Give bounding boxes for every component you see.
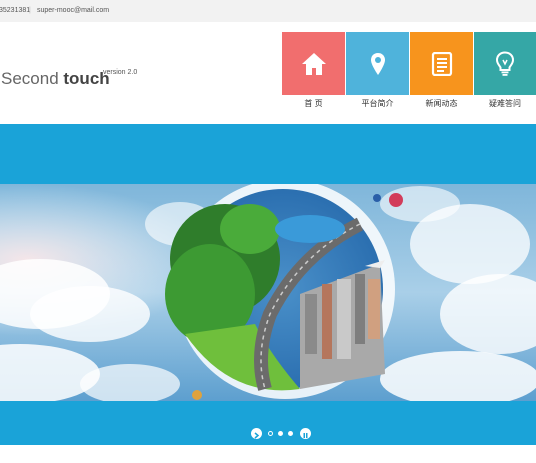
email-link[interactable]: super-mooc@mail.com: [37, 0, 109, 22]
nav-tile-about[interactable]: [346, 32, 409, 95]
banner-top-band: [0, 124, 536, 184]
pause-icon: [303, 433, 308, 438]
site-logo[interactable]: Second touch: [1, 69, 110, 89]
top-info-bar: 35231381 | super-mooc@mail.com: [0, 0, 536, 22]
nav-tile-faq[interactable]: [474, 32, 536, 95]
planet-city-illustration: [0, 184, 536, 401]
nav-item-home[interactable]: 首 页: [282, 32, 345, 124]
nav-tile-home[interactable]: [282, 32, 345, 95]
separator: |: [29, 7, 31, 14]
chevron-right-icon: [254, 432, 260, 439]
footer-strip: [0, 445, 536, 463]
location-pin-icon: [370, 52, 385, 75]
slider-dot-1[interactable]: [268, 431, 273, 436]
nav-item-about[interactable]: 平台简介: [346, 32, 409, 124]
hero-banner-image: [0, 184, 536, 401]
nav-item-news[interactable]: 新闻动态: [410, 32, 473, 124]
main-nav: 首 页 平台简介 新闻动态 疑难答问: [282, 32, 536, 124]
slider-pause-button[interactable]: [300, 428, 311, 439]
slider-dot-3[interactable]: [288, 431, 293, 436]
nav-tile-news[interactable]: [410, 32, 473, 95]
slider-pager: [251, 428, 311, 439]
header: Second touch version 2.0 首 页 平台简介 新闻动态 疑…: [0, 22, 536, 124]
slider-prev-button[interactable]: [251, 428, 262, 439]
lightbulb-icon: [495, 50, 515, 76]
nav-label-faq: 疑难答问: [489, 99, 521, 108]
slider-dot-2[interactable]: [278, 431, 283, 436]
version-label: version 2.0: [103, 69, 138, 76]
logo-text-light: Second: [1, 69, 64, 88]
nav-label-home: 首 页: [304, 99, 323, 108]
nav-label-about: 平台简介: [361, 99, 394, 108]
phone-number: 35231381: [0, 7, 31, 14]
nav-label-news: 新闻动态: [425, 99, 458, 108]
home-icon: [301, 52, 326, 75]
document-icon: [431, 51, 452, 76]
nav-item-faq[interactable]: 疑难答问: [474, 32, 536, 124]
